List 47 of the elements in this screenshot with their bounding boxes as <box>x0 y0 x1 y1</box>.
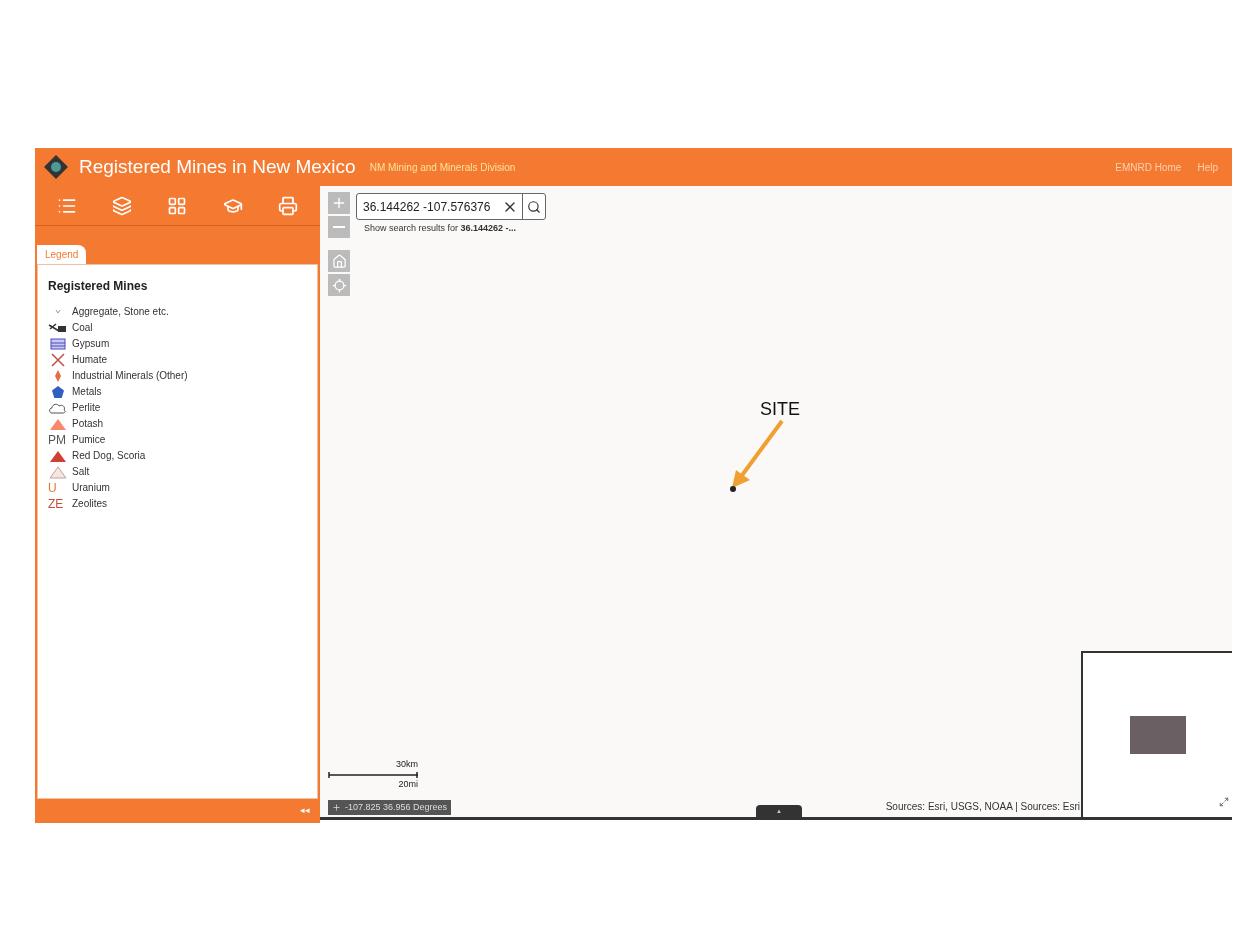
attribution-text: Sources: Esri, USGS, NOAA | Sources: Esri <box>885 800 1080 814</box>
legend-label: Pumice <box>72 433 106 447</box>
home-icon <box>331 253 347 269</box>
mound-outline-icon <box>48 464 68 479</box>
diamond-logo-icon <box>43 154 69 180</box>
legend-label: Salt <box>72 465 90 479</box>
scale-label: 30km <box>396 758 418 771</box>
symbol-glyph: PM <box>48 433 67 446</box>
app-subtitle: NM Mining and Minerals Division <box>369 160 516 175</box>
scale-label: 20mi <box>398 777 418 791</box>
legend-label: Aggregate, Stone etc. <box>72 305 169 319</box>
legend-label: Perlite <box>72 401 101 415</box>
legend-label: Metals <box>72 385 102 399</box>
plus-icon <box>331 195 347 211</box>
crosshair-icon <box>332 802 341 812</box>
legend-label: Gypsum <box>72 337 110 351</box>
search-icon[interactable] <box>527 199 541 214</box>
symbol-glyph: ZE <box>48 497 65 510</box>
search-suggestion[interactable]: Show search results for 36.144262 -... <box>364 222 546 236</box>
app-title: Registered Mines in New Mexico <box>79 154 356 179</box>
coordinates-text: -107.825 36.956 Degrees <box>345 800 448 814</box>
search-field[interactable]: 36.144262 -107.576376 <box>356 193 546 220</box>
legend-label: Zeolites <box>72 497 107 511</box>
symbol-glyph: U <box>48 481 58 494</box>
minus-icon <box>333 226 345 228</box>
striped-block-icon <box>48 336 68 351</box>
site-label: SITE <box>760 398 800 421</box>
pick-cart-icon <box>48 320 68 335</box>
locate-button[interactable] <box>328 274 350 296</box>
search-input[interactable]: 36.144262 -107.576376 <box>357 197 498 216</box>
legend-heading: Registered Mines <box>48 278 149 295</box>
crossed-picks-icon <box>48 352 68 367</box>
print-tool-icon[interactable] <box>278 195 299 216</box>
legend-label: Uranium <box>72 481 110 495</box>
legend-label: Red Dog, Scoria <box>72 449 146 463</box>
legend-label: Potash <box>72 417 104 431</box>
expand-icon[interactable] <box>1219 797 1229 807</box>
legend-label: Industrial Minerals (Other) <box>72 369 188 383</box>
layers-tool-icon[interactable] <box>112 195 133 216</box>
zoom-in-button[interactable] <box>328 192 350 214</box>
grid-tool-icon[interactable] <box>167 195 188 216</box>
legend-label: Humate <box>72 353 107 367</box>
zoom-out-button[interactable] <box>328 216 350 238</box>
legend-label: Coal <box>72 321 93 335</box>
extent-rectangle <box>1129 716 1186 754</box>
locate-icon <box>331 277 347 293</box>
home-button[interactable] <box>328 250 350 272</box>
